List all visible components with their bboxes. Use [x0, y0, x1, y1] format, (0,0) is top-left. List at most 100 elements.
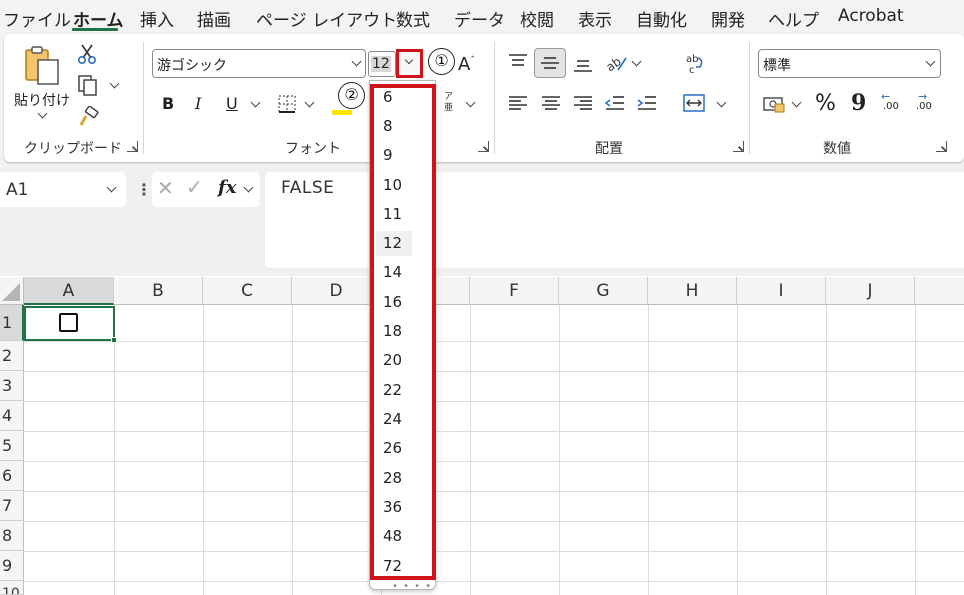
borders-icon[interactable] [276, 93, 298, 115]
more-options-icon[interactable]: ⋮ [136, 180, 152, 199]
grid-line [470, 305, 471, 595]
format-painter-icon[interactable] [76, 106, 100, 128]
number-format-combobox[interactable]: 標準 [758, 49, 941, 78]
merge-center-icon[interactable] [682, 93, 706, 113]
name-box[interactable]: A1 [0, 172, 126, 207]
column-header-a[interactable]: A [24, 277, 114, 305]
row-header-10[interactable]: 10 [0, 581, 24, 595]
tab-file[interactable]: ファイル [3, 6, 71, 31]
italic-button[interactable]: I [195, 94, 201, 113]
number-format-dropdown-icon[interactable] [925, 56, 936, 67]
clipboard-launcher-icon[interactable] [127, 141, 138, 152]
grid-line [24, 431, 964, 432]
row-header-6[interactable]: 6 [0, 461, 24, 491]
tab-insert[interactable]: 挿入 [140, 6, 174, 31]
worksheet-grid[interactable] [0, 276, 964, 595]
increase-indent-icon[interactable] [636, 94, 658, 112]
row-header-7[interactable]: 7 [0, 491, 24, 521]
function-dropdown-icon[interactable] [243, 182, 254, 193]
paste-icon[interactable] [22, 44, 62, 86]
tab-view[interactable]: 表示 [578, 6, 612, 31]
underline-button[interactable]: U [226, 94, 238, 113]
grid-line [24, 341, 964, 342]
fill-handle[interactable] [111, 337, 117, 343]
select-all-button[interactable] [0, 277, 24, 305]
number-format-value: 標準 [763, 58, 791, 74]
number-group-label: 数値 [823, 141, 851, 157]
decrease-indent-icon[interactable] [604, 94, 626, 112]
menu-bar: ファイル ホーム 挿入 描画 ページ レイアウト 数式 データ 校閲 表示 自動… [0, 0, 964, 34]
tab-developer[interactable]: 開発 [711, 6, 745, 31]
row-header-2[interactable]: 2 [0, 341, 24, 371]
font-name-dropdown-icon[interactable] [351, 56, 362, 67]
column-header-d[interactable]: D [292, 277, 381, 305]
fill-color-icon[interactable] [332, 110, 352, 115]
row-header-4[interactable]: 4 [0, 401, 24, 431]
tab-help[interactable]: ヘルプ [768, 6, 819, 31]
row-header-3[interactable]: 3 [0, 371, 24, 401]
insert-function-button[interactable]: fx [218, 177, 236, 198]
column-header-c[interactable]: C [203, 277, 292, 305]
grid-line [24, 491, 964, 492]
row-header-9[interactable]: 9 [0, 551, 24, 581]
name-box-dropdown-icon[interactable] [106, 182, 117, 193]
formula-value: FALSE [281, 178, 335, 198]
column-header-g[interactable]: G [559, 277, 648, 305]
row-header-5[interactable]: 5 [0, 431, 24, 461]
decrease-decimal-icon[interactable]: → .00 [914, 90, 938, 116]
align-right-icon[interactable] [572, 94, 594, 112]
copy-icon[interactable] [76, 74, 100, 96]
enter-icon[interactable]: ✓ [186, 175, 203, 199]
column-header-k[interactable] [915, 277, 964, 305]
grid-line [24, 461, 964, 462]
increase-font-size-icon[interactable]: Aˆ [458, 54, 475, 75]
orientation-icon[interactable]: ab [603, 51, 629, 75]
font-launcher-icon[interactable] [478, 141, 489, 152]
svg-text:ab: ab [686, 54, 698, 65]
tab-page-layout[interactable]: ページ レイアウト [256, 6, 397, 31]
align-left-icon[interactable] [507, 94, 529, 112]
number-launcher-icon[interactable] [936, 141, 947, 152]
paste-label[interactable]: 貼り付け [14, 90, 70, 110]
tab-automate[interactable]: 自動化 [636, 6, 687, 31]
row-header-1[interactable]: 1 [0, 305, 24, 341]
font-size-combobox[interactable]: 12 [368, 51, 396, 77]
align-middle-icon[interactable] [534, 48, 566, 78]
tab-review[interactable]: 校閲 [520, 6, 554, 31]
formula-controls: ✕ ✓ fx [152, 172, 260, 207]
grid-line [24, 401, 964, 402]
cancel-icon[interactable]: ✕ [157, 176, 174, 200]
column-header-f[interactable]: F [470, 277, 559, 305]
bold-button[interactable]: B [162, 94, 174, 113]
clipboard-group-label: クリップボード [24, 141, 122, 157]
row-header-8[interactable]: 8 [0, 521, 24, 551]
align-top-icon[interactable] [507, 52, 529, 70]
increase-decimal-label: .00 [883, 101, 899, 112]
cut-icon[interactable] [76, 43, 98, 65]
tab-draw[interactable]: 描画 [197, 6, 231, 31]
tab-acrobat[interactable]: Acrobat [838, 6, 904, 26]
cell-checkbox[interactable] [59, 313, 78, 332]
increase-decimal-icon[interactable]: ← .00 [881, 90, 905, 116]
column-header-h[interactable]: H [648, 277, 737, 305]
align-bottom-icon[interactable] [572, 56, 594, 74]
decrease-decimal-label: .00 [916, 101, 932, 112]
tab-formulas[interactable]: 数式 [396, 6, 430, 31]
column-header-j[interactable]: J [826, 277, 915, 305]
column-header-i[interactable]: I [737, 277, 826, 305]
accounting-format-icon[interactable] [762, 94, 786, 114]
percent-style-button[interactable]: % [815, 91, 836, 116]
wrap-text-icon[interactable]: ab c [683, 51, 707, 77]
font-size-value: 12 [371, 56, 391, 72]
resize-grip-icon[interactable]: • • • • [392, 581, 432, 592]
group-separator [749, 42, 750, 154]
font-name-combobox[interactable]: 游ゴシック [152, 49, 366, 78]
font-size-dropdown-button[interactable] [396, 49, 423, 78]
tab-data[interactable]: データ [454, 6, 505, 31]
phonetic-icon[interactable]: ア亜 [444, 92, 453, 114]
column-header-b[interactable]: B [114, 277, 203, 305]
align-center-icon[interactable] [540, 94, 562, 112]
alignment-launcher-icon[interactable] [733, 141, 744, 152]
comma-style-button[interactable]: 9 [851, 90, 866, 116]
alignment-group-label: 配置 [595, 141, 623, 157]
